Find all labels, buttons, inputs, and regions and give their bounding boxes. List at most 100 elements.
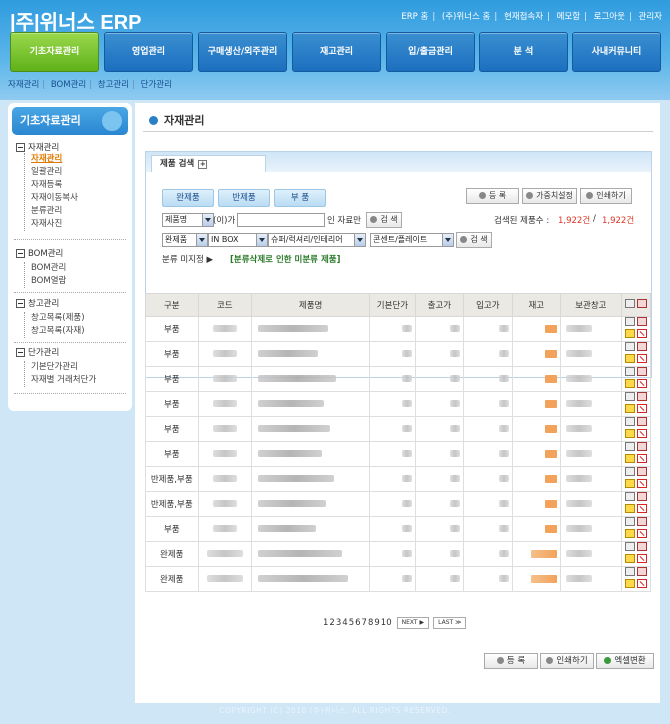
sidebar-item-batch[interactable]: 일괄관리 [31, 166, 78, 179]
cell-name[interactable] [251, 541, 371, 567]
bom-icon[interactable] [636, 542, 647, 551]
col-name[interactable]: 제품명 [251, 293, 371, 317]
bom-icon[interactable] [636, 417, 647, 426]
bom-icon[interactable] [636, 367, 647, 376]
page-link[interactable]: 6 [355, 618, 360, 628]
price-icon[interactable] [624, 554, 635, 563]
toplink-admin[interactable]: 관리자 [639, 12, 662, 22]
nav-inventory[interactable]: 재고관리 [292, 32, 381, 72]
subnav-warehouse[interactable]: 창고관리 [98, 80, 129, 90]
col-in-price[interactable]: 입고가 [463, 293, 513, 317]
category-select-2[interactable]: IN BOX [208, 233, 268, 247]
table-row[interactable]: 부품 [145, 416, 652, 442]
cell-name[interactable] [251, 491, 371, 517]
sidebar-item-material[interactable]: 자재관리 [31, 153, 78, 166]
bom-icon[interactable] [636, 567, 647, 576]
price-icon[interactable] [624, 454, 635, 463]
sidebar-item-register[interactable]: 자재등록 [31, 179, 78, 192]
delete-icon[interactable] [636, 379, 647, 388]
col-type[interactable]: 구분 [145, 293, 199, 317]
price-icon[interactable] [624, 329, 635, 338]
search-input[interactable] [237, 213, 325, 227]
page-link[interactable]: 1 [323, 618, 328, 628]
table-row[interactable]: 부품 [145, 366, 652, 392]
sidebar-item-client-price[interactable]: 자재별 거래처단가 [31, 374, 96, 387]
price-icon[interactable] [624, 404, 635, 413]
col-stock[interactable]: 재고 [511, 293, 562, 317]
page-link[interactable]: 9 [374, 618, 379, 628]
cell-name[interactable] [251, 516, 371, 542]
table-row[interactable]: 완제품 [145, 541, 652, 567]
excel-export-button[interactable]: 엑셀변환 [596, 653, 654, 669]
edit-icon[interactable] [624, 317, 635, 326]
sidebar-item-move-copy[interactable]: 자재이동복사 [31, 192, 78, 205]
price-icon[interactable] [624, 504, 635, 513]
bom-icon[interactable] [636, 442, 647, 451]
toplink-erp-home[interactable]: ERP 홈 [401, 12, 428, 22]
bom-icon[interactable] [636, 517, 647, 526]
nav-cash[interactable]: 입/출금관리 [386, 32, 475, 72]
delete-icon[interactable] [636, 454, 647, 463]
delete-icon[interactable] [636, 404, 647, 413]
cell-name[interactable] [251, 441, 371, 467]
edit-icon[interactable] [624, 567, 635, 576]
price-icon[interactable] [624, 379, 635, 388]
edit-icon[interactable] [624, 492, 635, 501]
price-icon[interactable] [624, 354, 635, 363]
bom-icon[interactable] [636, 342, 647, 351]
page-link[interactable]: 3 [336, 618, 341, 628]
subnav-material[interactable]: 자재관리 [8, 80, 39, 90]
bom-icon[interactable] [636, 392, 647, 401]
price-icon[interactable] [624, 429, 635, 438]
edit-icon[interactable] [624, 467, 635, 476]
print-icon[interactable] [636, 299, 647, 308]
table-row[interactable]: 반제품,부품 [145, 491, 652, 517]
nav-basic-data[interactable]: 기초자료관리 [10, 32, 99, 72]
search-button[interactable]: 검 색 [366, 212, 402, 228]
expand-icon[interactable]: + [198, 160, 208, 169]
sidebar-item-warehouse-material[interactable]: 창고목록(자재) [31, 325, 85, 338]
toplink-logout[interactable]: 로그아웃 [594, 12, 625, 22]
bom-icon[interactable] [636, 467, 647, 476]
page-link[interactable]: 10 [381, 618, 392, 628]
table-row[interactable]: 부품 [145, 316, 652, 342]
toplink-company-home[interactable]: (주)위너스 홈 [442, 12, 490, 22]
sidebar-item-bom[interactable]: BOM관리 [31, 262, 66, 275]
col-warehouse[interactable]: 보관창고 [560, 293, 622, 317]
sidebar-item-warehouse-product[interactable]: 창고목록(제품) [31, 312, 85, 325]
table-row[interactable]: 부품 [145, 441, 652, 467]
table-row[interactable]: 부품 [145, 391, 652, 417]
cell-name[interactable] [251, 566, 371, 592]
sidebar-group-bom[interactable]: BOM관리 [16, 247, 63, 259]
cell-name[interactable] [251, 391, 371, 417]
col-code[interactable]: 코드 [197, 293, 253, 317]
delete-icon[interactable] [636, 329, 647, 338]
toplink-memo[interactable]: 메모함 [557, 12, 580, 22]
col-base-price[interactable]: 기본단가 [369, 293, 416, 317]
delete-icon[interactable] [636, 429, 647, 438]
delete-icon[interactable] [636, 479, 647, 488]
category-select-1[interactable]: 완제품 [162, 233, 208, 247]
nav-community[interactable]: 사내커뮤니티 [572, 32, 661, 72]
search-field-select[interactable]: 제품명 [162, 213, 214, 227]
app-logo[interactable]: |주|위너스 ERP [10, 6, 141, 35]
table-row[interactable]: 부품 [145, 516, 652, 542]
cell-name[interactable] [251, 316, 371, 342]
edit-icon[interactable] [624, 542, 635, 551]
delete-icon[interactable] [636, 579, 647, 588]
print-button[interactable]: 인쇄하기 [580, 188, 632, 204]
cell-name[interactable] [251, 341, 371, 367]
footer-print-button[interactable]: 인쇄하기 [540, 653, 594, 669]
page-link[interactable]: 2 [329, 618, 334, 628]
subnav-bom[interactable]: BOM관리 [51, 80, 86, 90]
nav-purchase-production[interactable]: 구매생산/외주관리 [198, 32, 287, 72]
category-search-button[interactable]: 검 색 [456, 232, 492, 248]
weight-setting-button[interactable]: 가중치설정 [522, 188, 577, 204]
edit-icon[interactable] [624, 392, 635, 401]
footer-register-button[interactable]: 등 록 [484, 653, 538, 669]
price-icon[interactable] [624, 579, 635, 588]
col-out-price[interactable]: 출고가 [414, 293, 465, 317]
price-icon[interactable] [624, 529, 635, 538]
register-button[interactable]: 등 록 [466, 188, 519, 204]
filter-semi-button[interactable]: 반제품 [218, 189, 270, 207]
